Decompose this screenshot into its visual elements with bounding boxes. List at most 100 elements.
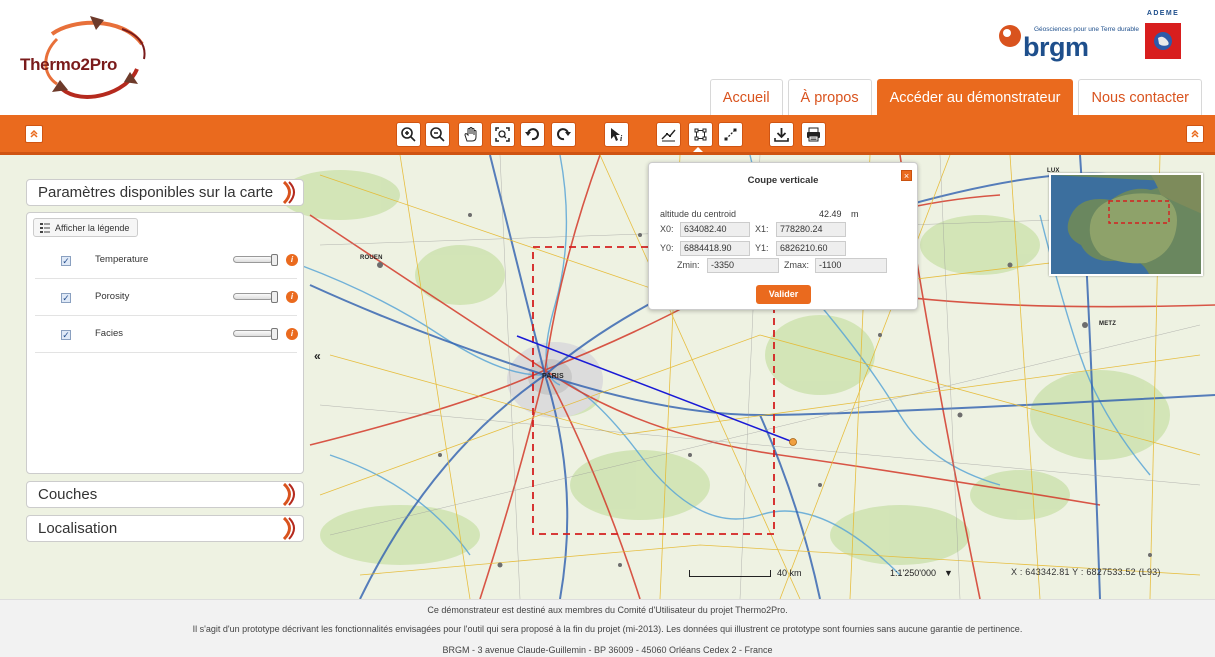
- tab-a-propos[interactable]: À propos: [787, 79, 872, 115]
- redo-icon: [557, 128, 571, 141]
- zmin-field[interactable]: -3350: [707, 258, 779, 273]
- cross-section-button[interactable]: [688, 122, 713, 147]
- city-label: PARIS: [542, 373, 564, 380]
- opacity-slider[interactable]: [233, 256, 273, 263]
- info-icon[interactable]: i: [286, 291, 298, 303]
- layer-row-facies: ✓ Facies i: [35, 317, 298, 353]
- scale-ratio: 1:1'250'000: [890, 568, 936, 578]
- x1-field[interactable]: 778280.24: [776, 222, 846, 237]
- undo-button[interactable]: [520, 122, 545, 147]
- section-localisation-title: Localisation: [38, 520, 118, 537]
- cross-section-icon: [694, 128, 707, 141]
- section-couches-title: Couches: [38, 486, 98, 503]
- layer-checkbox[interactable]: ✓: [61, 330, 71, 340]
- section-chevron-icon: [282, 181, 295, 204]
- logo-text: Thermo2Pro: [20, 55, 118, 74]
- scale-select[interactable]: 1:1'250'000 ▼: [890, 565, 980, 581]
- brgm-name: brgm: [1023, 32, 1089, 62]
- ademe-emblem: [1145, 23, 1181, 59]
- footer-line-2: Il s'agit d'un prototype décrivant les f…: [192, 624, 1023, 634]
- opacity-slider[interactable]: [233, 293, 273, 300]
- zoom-out-button[interactable]: [425, 122, 450, 147]
- tab-contact[interactable]: Nous contacter: [1078, 79, 1202, 115]
- y1-field[interactable]: 6826210.60: [776, 241, 846, 256]
- section-chevron-icon: [282, 517, 295, 540]
- section-parameters-title: Paramètres disponibles sur la carte: [38, 184, 274, 201]
- line-measure-button[interactable]: [718, 122, 743, 147]
- popup-title: Coupe verticale: [747, 175, 819, 186]
- printer-icon: [807, 127, 820, 142]
- zoom-in-icon: [401, 127, 416, 142]
- section-localisation-header[interactable]: Localisation: [26, 515, 304, 542]
- close-icon[interactable]: ×: [901, 170, 912, 181]
- redo-button[interactable]: [551, 122, 576, 147]
- layer-label: Facies: [95, 328, 123, 339]
- chevron-down-icon: ▼: [943, 568, 953, 578]
- ademe-label: ADEME: [1146, 10, 1180, 17]
- layer-checkbox[interactable]: ✓: [61, 293, 71, 303]
- double-chevron-up-icon: [1191, 129, 1199, 138]
- ademe-logo[interactable]: ADEME: [1140, 10, 1186, 66]
- measure-profile-icon: [661, 129, 676, 142]
- pointer-info-icon: i: [611, 128, 623, 143]
- layer-row-temperature: ✓ Temperature i: [35, 243, 298, 279]
- layer-checkbox[interactable]: ✓: [61, 256, 71, 266]
- tab-demonstrateur[interactable]: Accéder au démonstrateur: [876, 79, 1074, 115]
- overview-map[interactable]: [1049, 173, 1203, 276]
- collapse-left-button[interactable]: [25, 125, 43, 143]
- profile-tool-button[interactable]: [656, 122, 681, 147]
- y1-label: Y1:: [755, 243, 769, 253]
- line-measure-icon: [724, 128, 737, 141]
- map-toolbar: i: [0, 115, 1215, 155]
- show-legend-button[interactable]: Afficher la légende: [33, 218, 139, 237]
- opacity-slider-handle[interactable]: [271, 254, 278, 266]
- section-parameters-header[interactable]: Paramètres disponibles sur la carte: [26, 179, 304, 206]
- collapse-right-button[interactable]: [1186, 125, 1204, 143]
- zmax-label: Zmax:: [784, 260, 810, 270]
- footer-line-3: BRGM - 3 avenue Claude-Guillemin - BP 36…: [442, 645, 773, 655]
- validate-button[interactable]: Valider: [756, 285, 811, 304]
- main-nav-tabs: Accueil À propos Accéder au démonstrateu…: [709, 79, 1202, 115]
- pan-button[interactable]: [458, 122, 483, 147]
- layer-label: Porosity: [95, 291, 130, 302]
- zmin-label: Zmin:: [677, 260, 700, 270]
- brgm-globe-icon: [999, 25, 1021, 47]
- legend-icon: [40, 222, 50, 233]
- double-chevron-left-icon[interactable]: «: [314, 349, 321, 363]
- x0-field[interactable]: 634082.40: [680, 222, 750, 237]
- active-tool-indicator: [693, 147, 703, 152]
- y0-field[interactable]: 6884418.90: [680, 241, 750, 256]
- opacity-slider-handle[interactable]: [271, 291, 278, 303]
- centroid-unit: m: [851, 209, 859, 219]
- download-button[interactable]: [769, 122, 794, 147]
- undo-icon: [525, 128, 539, 141]
- tab-accueil[interactable]: Accueil: [709, 79, 783, 115]
- city-label: METZ: [1099, 321, 1117, 327]
- centroid-label: altitude du centroid: [660, 209, 737, 219]
- left-panel: Paramètres disponibles sur la carte Affi…: [18, 172, 306, 547]
- zoom-extent-button[interactable]: [490, 122, 515, 147]
- thermo2pro-logo[interactable]: Thermo2Pro: [12, 14, 162, 104]
- brgm-logo[interactable]: Géosciences pour une Terre durable brgm: [996, 18, 1139, 66]
- header: Thermo2Pro Géosciences pour une Terre du…: [0, 0, 1215, 115]
- hand-icon: [464, 127, 477, 142]
- info-tool-button[interactable]: i: [604, 122, 629, 147]
- scale-bar-label: 40 km: [777, 568, 802, 578]
- opacity-slider-handle[interactable]: [271, 328, 278, 340]
- info-icon[interactable]: i: [286, 254, 298, 266]
- footer-line-1: Ce démonstrateur est destiné aux membres…: [427, 605, 788, 615]
- zoom-in-button[interactable]: [396, 122, 421, 147]
- x1-label: X1:: [755, 224, 769, 234]
- opacity-slider[interactable]: [233, 330, 273, 337]
- zmax-field[interactable]: -1100: [815, 258, 887, 273]
- info-icon[interactable]: i: [286, 328, 298, 340]
- cross-section-popup: Coupe verticale × altitude du centroid 4…: [648, 162, 918, 310]
- y0-label: Y0:: [660, 243, 674, 253]
- layer-label: Temperature: [95, 254, 149, 265]
- scale-bar-line: [689, 569, 771, 577]
- section-chevron-icon: [282, 483, 295, 506]
- print-button[interactable]: [801, 122, 826, 147]
- section-couches-header[interactable]: Couches: [26, 481, 304, 508]
- cursor-coordinates: X : 643342.81 Y : 6827533.52 (L93): [1011, 567, 1161, 577]
- overview-map-image: [1051, 175, 1201, 274]
